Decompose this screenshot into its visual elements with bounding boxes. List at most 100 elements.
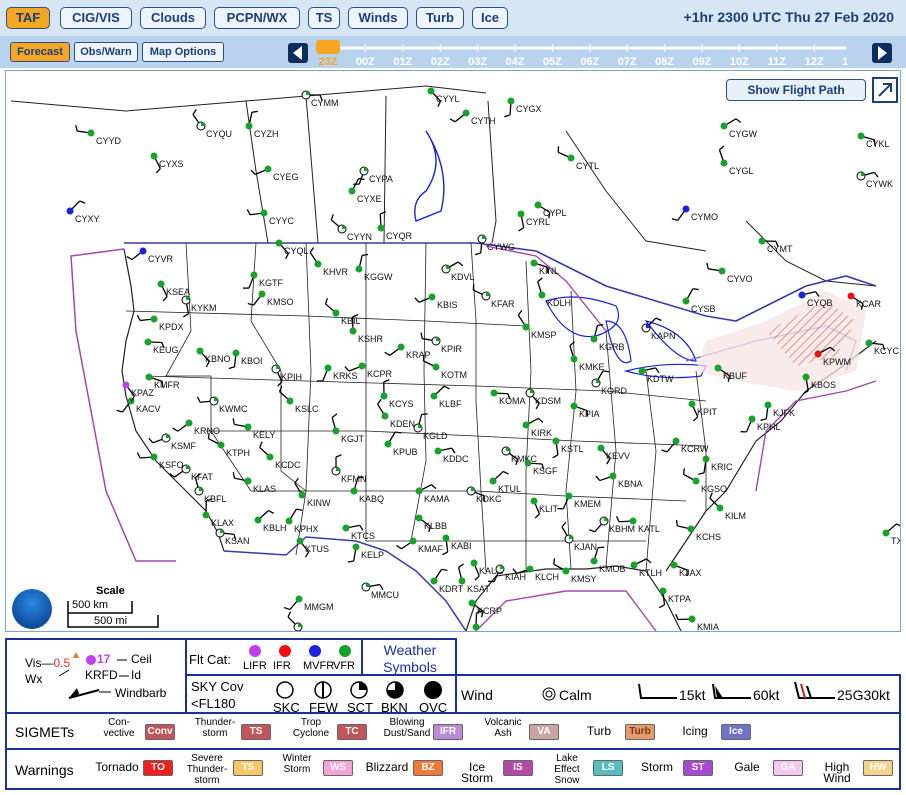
timeline-hour-label[interactable]: 12Z — [805, 56, 824, 68]
station-marker[interactable]: KABI — [442, 534, 472, 556]
timeline-hour-label[interactable]: 23Z — [319, 56, 338, 68]
station-marker[interactable]: KPDX — [136, 314, 184, 332]
obs-warn-button[interactable]: Obs/Warn — [74, 42, 138, 62]
timeline-hour-label[interactable]: 08Z — [655, 56, 674, 68]
station-marker[interactable]: KRIC — [698, 455, 733, 475]
station-marker[interactable]: KFAR — [472, 284, 515, 309]
station-marker[interactable]: KBHM — [589, 516, 635, 534]
station-marker[interactable]: CYYC — [246, 209, 295, 226]
station-marker[interactable]: KACV — [116, 397, 161, 415]
timeline-hour-label[interactable]: 11Z — [768, 56, 787, 68]
timeline-hour-label[interactable]: 13Z — [842, 56, 848, 68]
tab-cig-vis[interactable]: CIG/VIS — [60, 7, 132, 29]
step-forward-button[interactable] — [872, 43, 892, 63]
timeline-hour-label[interactable]: 00Z — [356, 56, 375, 68]
station-marker[interactable]: KPIA — [570, 402, 600, 420]
station-marker[interactable]: CYWG — [474, 234, 515, 256]
station-marker[interactable]: KSFO — [136, 452, 184, 470]
station-marker[interactable]: KPIT — [688, 400, 718, 422]
station-marker[interactable]: KBOI — [228, 349, 263, 370]
station-marker[interactable]: KJAN — [561, 521, 597, 552]
station-marker[interactable]: KINW — [294, 477, 331, 508]
station-marker[interactable]: KILM — [709, 492, 746, 521]
station-marker[interactable]: CYYN — [330, 214, 372, 242]
station-marker[interactable]: KSGF — [524, 459, 559, 477]
station-marker[interactable]: KFMN — [331, 454, 367, 484]
forecast-button[interactable]: Forecast — [10, 42, 70, 62]
time-slider[interactable]: 23Z 00Z 01Z 02Z 03Z 04Z 05Z 06Z 07Z 08Z 09Z 10Z 11Z 1… — [314, 40, 848, 68]
station-marker[interactable]: CYXY — [66, 200, 100, 224]
station-marker[interactable]: CYGW — [720, 118, 758, 139]
station-marker[interactable]: KELP — [347, 543, 384, 563]
station-marker[interactable]: CYYL — [427, 87, 460, 107]
station-marker[interactable]: KRNO — [172, 419, 220, 437]
station-marker[interactable]: CYXS — [150, 152, 184, 174]
station-marker[interactable]: KBIL — [324, 297, 361, 326]
station-marker[interactable]: KINL — [530, 259, 560, 277]
station-marker[interactable]: KIRK — [522, 417, 553, 438]
station-marker[interactable]: KOMA — [490, 389, 526, 407]
show-flight-path-button[interactable]: Show Flight Path — [726, 79, 866, 101]
station-marker[interactable]: KGSO — [682, 468, 727, 494]
station-marker[interactable]: KMIA — [675, 613, 719, 632]
station-marker[interactable]: KLBB — [415, 514, 448, 533]
station-marker[interactable]: CYEG — [250, 165, 299, 183]
station-marker[interactable]: KEVV — [597, 444, 631, 465]
station-marker[interactable]: KPUB — [384, 431, 418, 457]
station-marker[interactable]: KTPA — [658, 587, 691, 609]
station-marker[interactable]: CYMT — [758, 237, 793, 255]
station-marker[interactable]: CYPA — [353, 166, 393, 185]
station-marker[interactable]: KDTW — [638, 367, 675, 385]
station-marker[interactable]: KHVR — [309, 247, 349, 277]
station-marker[interactable]: KRKS — [316, 364, 358, 382]
station-marker[interactable]: CYGX — [504, 97, 542, 118]
station-marker[interactable]: KOKC — [466, 486, 502, 504]
station-marker[interactable]: CYVR — [126, 247, 174, 265]
station-marker[interactable]: MMCU — [361, 582, 399, 600]
station-marker[interactable]: KCDC — [259, 441, 301, 470]
station-marker[interactable]: KCHS — [675, 519, 721, 542]
station-marker[interactable]: KGTF — [242, 271, 284, 289]
station-marker[interactable]: KGJT — [331, 413, 365, 444]
tab-pcpn-wx[interactable]: PCPN/WX — [214, 7, 300, 29]
station-marker[interactable]: KPHX — [285, 508, 319, 534]
station-marker[interactable]: KEUG — [144, 338, 179, 356]
station-marker[interactable]: KPIH — [271, 364, 302, 387]
station-marker[interactable]: KDLH — [537, 277, 571, 308]
station-marker[interactable]: CYVO — [706, 262, 753, 284]
timeline-hour-label[interactable]: 01Z — [393, 56, 412, 68]
taf-map[interactable]: CYMM CYYL CYGX CYTH CYYD CYQU CYZH CYGW CYKL CYXS… — [5, 70, 901, 632]
station-marker[interactable]: KLAS — [232, 472, 276, 494]
timeline-hour-label[interactable]: 07Z — [618, 56, 637, 68]
station-marker[interactable]: KMSP — [517, 310, 557, 340]
station-marker[interactable]: KMEM — [557, 492, 601, 510]
station-marker[interactable]: KAMA — [415, 484, 450, 504]
tab-turb[interactable]: Turb — [416, 7, 464, 29]
station-marker[interactable]: KDSM — [525, 388, 561, 410]
map-options-button[interactable]: Map Options — [142, 42, 224, 62]
weather-symbols-link[interactable]: Weather Symbols — [375, 642, 445, 676]
slider-handle[interactable] — [316, 40, 340, 54]
station-marker[interactable]: KGLD — [413, 413, 448, 441]
tab-clouds[interactable]: Clouds — [140, 7, 206, 29]
station-marker[interactable]: CYKL — [857, 132, 890, 150]
station-marker[interactable]: KMAF — [396, 537, 444, 555]
station-marker[interactable]: CYPL — [534, 201, 567, 219]
station-marker[interactable]: CYGL — [718, 145, 754, 176]
station-marker[interactable]: KLBF — [430, 385, 463, 409]
timeline-hour-label[interactable]: 02Z — [431, 56, 450, 68]
station-marker[interactable]: CYQU — [192, 109, 232, 139]
station-marker[interactable]: KBNA — [595, 472, 643, 490]
station-marker[interactable]: KTUS — [296, 537, 330, 558]
station-marker[interactable]: KDDC — [434, 447, 470, 465]
station-marker[interactable]: CYYD — [75, 125, 122, 146]
tab-taf[interactable]: TAF — [6, 7, 50, 29]
station-marker[interactable]: KBIS — [414, 293, 458, 311]
station-marker[interactable]: KBNO — [196, 347, 231, 368]
station-marker[interactable]: KTLH — [630, 558, 663, 578]
station-marker[interactable]: MMGM — [283, 595, 334, 613]
station-marker[interactable]: KDVL — [441, 261, 475, 282]
station-marker[interactable]: KMSY — [553, 558, 597, 584]
station-marker[interactable]: KLIT — [530, 497, 559, 519]
station-marker[interactable]: KJFK — [760, 401, 795, 422]
